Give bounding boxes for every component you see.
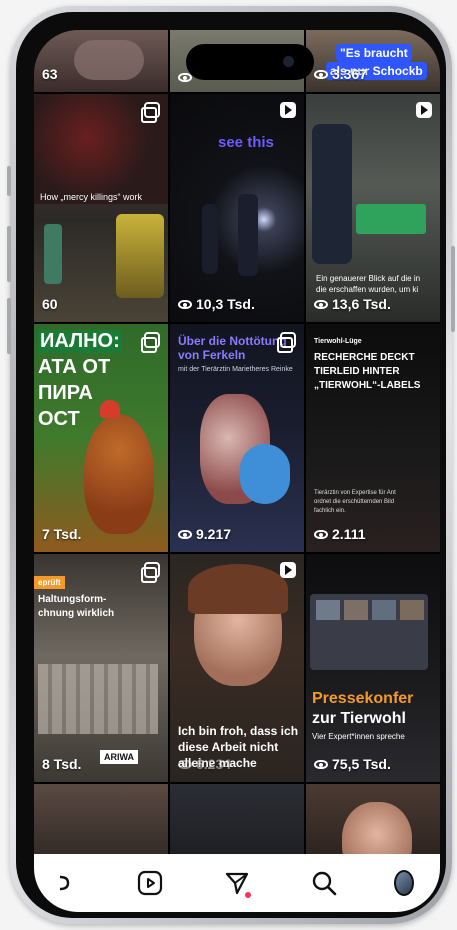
eye-icon bbox=[314, 529, 328, 539]
post-headline: Pressekonfer bbox=[312, 690, 414, 707]
grid-post[interactable] bbox=[34, 784, 168, 864]
post-subtitle: mit der Tierärztin Marietheres Reinke bbox=[178, 366, 293, 373]
eye-icon bbox=[178, 299, 192, 309]
search-icon bbox=[312, 871, 337, 896]
bezel: 63 "Es braucht als nur Schockb 3.367 How… bbox=[16, 12, 446, 918]
reel-icon bbox=[280, 562, 296, 578]
volume-down-button bbox=[7, 298, 11, 354]
bottom-tab-bar bbox=[34, 854, 440, 912]
power-button bbox=[451, 246, 455, 332]
grid-post[interactable]: Ich bin froh, dass ich diese Arbeit nich… bbox=[170, 554, 304, 782]
post-headline: АТА ОТ bbox=[38, 356, 111, 378]
search-tab[interactable] bbox=[307, 866, 341, 900]
eye-icon bbox=[314, 759, 328, 769]
eye-icon bbox=[178, 759, 192, 769]
home-tab[interactable] bbox=[60, 866, 80, 900]
action-button bbox=[7, 166, 11, 196]
post-caption: Ich bin froh, dass ich bbox=[178, 724, 299, 738]
post-headline: ИАЛНО: bbox=[38, 330, 122, 353]
post-caption: diese Arbeit nicht bbox=[178, 740, 279, 754]
post-headline: ОСТ bbox=[38, 408, 80, 430]
view-count: 6.234 bbox=[178, 756, 231, 772]
grid-post[interactable]: Über die Nottötung von Ferkeln mit der T… bbox=[170, 324, 304, 552]
post-body: Tierärztin von Expertise für Ant bbox=[314, 490, 396, 496]
post-headline: „TIERWOHL“-LABELS bbox=[314, 380, 421, 391]
post-body: fachlich ein. bbox=[314, 508, 346, 514]
post-tag: eprüft bbox=[34, 576, 65, 589]
post-title: von Ferkeln bbox=[178, 348, 246, 362]
post-body: ordnet die erschütternden Bild bbox=[314, 499, 395, 505]
overlay-text: "Es braucht bbox=[336, 44, 412, 62]
carousel-icon bbox=[141, 332, 160, 353]
carousel-icon bbox=[141, 562, 160, 583]
view-count: 7 Tsd. bbox=[42, 526, 82, 542]
reel-icon bbox=[416, 102, 432, 118]
view-count: 2.111 bbox=[314, 526, 366, 542]
post-headline: RECHERCHE DECKT bbox=[314, 352, 415, 363]
grid-post[interactable]: see this 10,3 Tsd. bbox=[170, 94, 304, 322]
eye-icon bbox=[178, 529, 192, 539]
post-headline: chnung wirklich bbox=[38, 608, 115, 619]
carousel-icon bbox=[141, 102, 160, 123]
grid-post[interactable]: ИАЛНО: АТА ОТ ПИРА ОСТ 7 Tsd. bbox=[34, 324, 168, 552]
grid-post[interactable] bbox=[306, 784, 440, 864]
profile-avatar bbox=[393, 870, 414, 896]
grid-post[interactable]: "Es braucht als nur Schockb 3.367 bbox=[306, 30, 440, 92]
eye-icon bbox=[314, 299, 328, 309]
screen: 63 "Es braucht als nur Schockb 3.367 How… bbox=[34, 30, 440, 912]
view-count: 63 bbox=[42, 66, 58, 82]
eye-icon bbox=[178, 73, 192, 82]
messages-tab[interactable] bbox=[220, 866, 254, 900]
grid-post[interactable]: 63 bbox=[34, 30, 168, 92]
home-icon bbox=[60, 875, 70, 891]
grid-post[interactable]: Pressekonfer zur Tierwohl Vier Expert*in… bbox=[306, 554, 440, 782]
post-caption: Ein genauerer Blick auf die in bbox=[316, 274, 421, 283]
phone-frame: 63 "Es braucht als nur Schockb 3.367 How… bbox=[7, 6, 455, 924]
view-count: 10,3 Tsd. bbox=[178, 296, 255, 312]
post-caption: How „mercy killings“ work bbox=[40, 192, 143, 202]
view-count: 60 bbox=[42, 296, 58, 312]
ariwa-logo: ARIWA bbox=[100, 750, 138, 764]
carousel-icon bbox=[277, 332, 296, 353]
post-headline: Haltungsform- bbox=[38, 594, 107, 605]
reels-tab[interactable] bbox=[133, 866, 167, 900]
volume-up-button bbox=[7, 226, 11, 282]
reels-icon bbox=[138, 870, 163, 896]
view-count: 13,6 Tsd. bbox=[314, 296, 391, 312]
grid-post[interactable] bbox=[170, 784, 304, 864]
grid-post[interactable]: Tierwohl-Lüge RECHERCHE DECKT TIERLEID H… bbox=[306, 324, 440, 552]
view-count: 75,5 Tsd. bbox=[314, 756, 391, 772]
post-headline: ПИРА bbox=[38, 382, 93, 404]
view-count: 8 Tsd. bbox=[42, 756, 82, 772]
post-kicker: Tierwohl-Lüge bbox=[314, 338, 362, 345]
grid-post[interactable]: How „mercy killings“ work 60 bbox=[34, 94, 168, 322]
post-caption: die erschaffen wurden, um ki bbox=[316, 285, 419, 294]
view-count: 3.367 bbox=[314, 66, 367, 82]
post-sub: Vier Expert*innen spreche bbox=[312, 732, 405, 741]
profile-grid: 63 "Es braucht als nur Schockb 3.367 How… bbox=[34, 30, 440, 864]
notification-dot bbox=[244, 892, 251, 898]
view-count: 9.217 bbox=[178, 526, 231, 542]
grid-post[interactable]: Ein genauerer Blick auf die in die ersch… bbox=[306, 94, 440, 322]
eye-icon bbox=[314, 69, 328, 79]
reel-icon bbox=[280, 102, 296, 118]
post-title: Über die Nottötung bbox=[178, 334, 287, 348]
post-caption: see this bbox=[218, 134, 274, 151]
grid-post[interactable]: eprüft Haltungsform- chnung wirklich ARI… bbox=[34, 554, 168, 782]
post-headline: TIERLEID HINTER bbox=[314, 366, 400, 377]
profile-tab[interactable] bbox=[393, 866, 414, 900]
dynamic-island bbox=[186, 44, 314, 80]
post-headline: zur Tierwohl bbox=[312, 710, 406, 727]
